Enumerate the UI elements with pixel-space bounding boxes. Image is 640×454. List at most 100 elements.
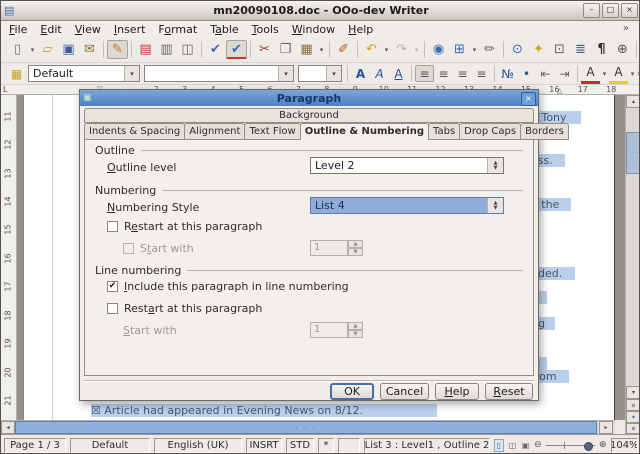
dialog-tab[interactable]: Text Flow — [244, 123, 300, 140]
checkbox-icon[interactable] — [107, 221, 118, 232]
table-dropdown-caret-icon[interactable]: ▾ — [470, 46, 479, 54]
combo-arrows-icon[interactable]: ▲▼ — [487, 158, 503, 173]
page-preview-icon[interactable]: ◫ — [177, 40, 198, 59]
styles-formatting-icon[interactable]: ▦ — [7, 65, 26, 82]
font-color-icon[interactable]: A — [581, 64, 600, 84]
single-page-view-icon[interactable]: ▯ — [494, 439, 504, 452]
bullets-icon[interactable]: • — [517, 65, 536, 82]
export-pdf-icon[interactable]: ▤ — [135, 40, 156, 59]
copy-icon[interactable]: ❐ — [275, 40, 296, 59]
paste-dropdown-caret-icon[interactable]: ▾ — [317, 46, 326, 54]
tab-background[interactable]: Background — [84, 108, 534, 123]
scroll-down-icon[interactable]: ▾ — [626, 386, 640, 399]
status-modified[interactable]: * — [318, 438, 334, 453]
email-icon[interactable]: ✉ — [79, 40, 100, 59]
italic-icon[interactable]: A — [370, 65, 389, 82]
next-page-button[interactable]: » — [626, 423, 640, 434]
menu-item[interactable]: Edit — [40, 23, 61, 36]
autospellcheck-icon[interactable]: ✔ — [226, 40, 247, 59]
scroll-right-icon[interactable]: ▸ — [599, 421, 613, 434]
previous-page-button[interactable]: « — [626, 399, 640, 411]
status-numbering-info[interactable]: List 3 : Level1 , Outline 2 — [364, 438, 490, 453]
spellcheck-icon[interactable]: ✔ — [205, 40, 226, 59]
menu-item[interactable]: File — [9, 23, 27, 36]
justify-icon[interactable]: ≡ — [472, 65, 491, 82]
status-page[interactable]: Page 1 / 3 — [4, 438, 66, 453]
chevron-down-icon[interactable]: ▾ — [124, 66, 139, 81]
align-right-icon[interactable]: ≡ — [453, 65, 472, 82]
minimize-button[interactable]: – — [583, 3, 600, 18]
highlighting-icon[interactable]: A — [609, 64, 628, 84]
new-document-icon[interactable]: ▯ — [7, 40, 28, 59]
dialog-tab[interactable]: Tabs — [428, 123, 460, 140]
open-icon[interactable]: ▱ — [37, 40, 58, 59]
highlighting-caret-icon[interactable]: ▾ — [628, 70, 637, 78]
cancel-button[interactable]: Cancel — [380, 383, 429, 400]
zoom-slider-thumb[interactable] — [584, 442, 593, 451]
multi-page-view-icon[interactable]: ◫ — [508, 439, 517, 452]
maximize-button[interactable]: □ — [602, 3, 619, 18]
menu-item[interactable]: Table — [210, 23, 238, 36]
book-view-icon[interactable]: ▣ — [521, 439, 530, 452]
print-icon[interactable]: ▥ — [156, 40, 177, 59]
menu-item[interactable]: Insert — [114, 23, 146, 36]
help-button[interactable]: Help — [435, 383, 479, 400]
numbering-style-combo[interactable]: List 4 ▲▼ — [310, 197, 504, 214]
format-paintbrush-icon[interactable]: ✐ — [333, 40, 354, 59]
save-icon[interactable]: ▣ — [58, 40, 79, 59]
restart-numbering-checkbox[interactable]: Restart at this paragraph — [107, 220, 262, 233]
paste-icon[interactable]: ▦ — [296, 40, 317, 59]
menu-item[interactable]: Help — [348, 23, 373, 36]
redo-dropdown-caret-icon[interactable]: ▾ — [412, 46, 421, 54]
combo-arrows-icon[interactable]: ▲▼ — [487, 198, 503, 213]
edit-file-icon[interactable]: ✎ — [107, 40, 128, 59]
find-replace-icon[interactable]: ⊙ — [507, 40, 528, 59]
font-size-combo[interactable]: ▾ — [298, 65, 342, 82]
navigator-icon[interactable]: ✦ — [528, 40, 549, 59]
undo-icon[interactable]: ↶ — [361, 40, 382, 59]
vertical-scroll-thumb[interactable]: · · · — [626, 132, 640, 174]
chevron-down-icon[interactable]: ▾ — [326, 66, 341, 81]
gallery-icon[interactable]: ⊡ — [549, 40, 570, 59]
underline-icon[interactable]: A — [389, 65, 408, 82]
vertical-ruler[interactable]: 1112131415161718192021 — [1, 95, 17, 420]
dialog-title-bar[interactable]: ▣ Paragraph × — [80, 90, 538, 106]
new-dropdown-caret-icon[interactable]: ▾ — [28, 46, 37, 54]
status-page-style[interactable]: Default — [70, 438, 150, 453]
zoom-slider[interactable] — [546, 439, 595, 452]
menu-item[interactable]: Format — [158, 23, 197, 36]
status-selection-mode[interactable]: STD — [286, 438, 314, 453]
data-sources-icon[interactable]: ≣ — [570, 40, 591, 59]
scroll-up-icon[interactable]: ▴ — [626, 95, 640, 108]
reset-button[interactable]: Reset — [485, 383, 533, 400]
draw-functions-icon[interactable]: ✏ — [479, 40, 500, 59]
menu-overflow-icon[interactable]: » — [623, 23, 629, 34]
align-center-icon[interactable]: ≡ — [434, 65, 453, 82]
dialog-tab[interactable]: Indents & Spacing — [84, 123, 185, 140]
zoom-percentage[interactable]: 104% — [611, 438, 638, 453]
dialog-tab[interactable]: Alignment — [184, 123, 245, 140]
checkbox-icon[interactable] — [107, 303, 118, 314]
status-insert-mode[interactable]: INSRT — [246, 438, 282, 453]
dialog-tab[interactable]: Borders — [520, 123, 569, 140]
navigation-dot-button[interactable]: • — [626, 411, 640, 423]
scroll-left-icon[interactable]: ◂ — [1, 421, 15, 434]
dialog-close-icon[interactable]: × — [521, 92, 536, 106]
dialog-tab[interactable]: Drop Caps — [459, 123, 521, 140]
dialog-tab[interactable]: Outline & Numbering — [300, 123, 429, 140]
numbering-icon[interactable]: № — [498, 65, 517, 82]
selected-text-line[interactable]: ☒ Article had appeared in Evening News o… — [91, 404, 437, 417]
paragraph-style-combo[interactable]: Default ▾ — [28, 65, 140, 82]
tab-type-selector[interactable]: L — [3, 85, 7, 94]
align-left-icon[interactable]: ≡ — [415, 65, 434, 82]
hyperlink-icon[interactable]: ◉ — [428, 40, 449, 59]
checkbox-checked-icon[interactable]: ✔ — [107, 281, 118, 292]
restart-line-numbering-checkbox[interactable]: Restart at this paragraph — [107, 302, 262, 315]
redo-icon[interactable]: ↷ — [391, 40, 412, 59]
ok-button[interactable]: OK — [330, 383, 374, 400]
decrease-indent-icon[interactable]: ⇤ — [536, 65, 555, 82]
vertical-scrollbar[interactable]: ▴ · · · ▾ « • » — [625, 95, 640, 434]
undo-dropdown-caret-icon[interactable]: ▾ — [382, 46, 391, 54]
menu-item[interactable]: View — [75, 23, 101, 36]
close-button[interactable]: × — [621, 3, 638, 18]
